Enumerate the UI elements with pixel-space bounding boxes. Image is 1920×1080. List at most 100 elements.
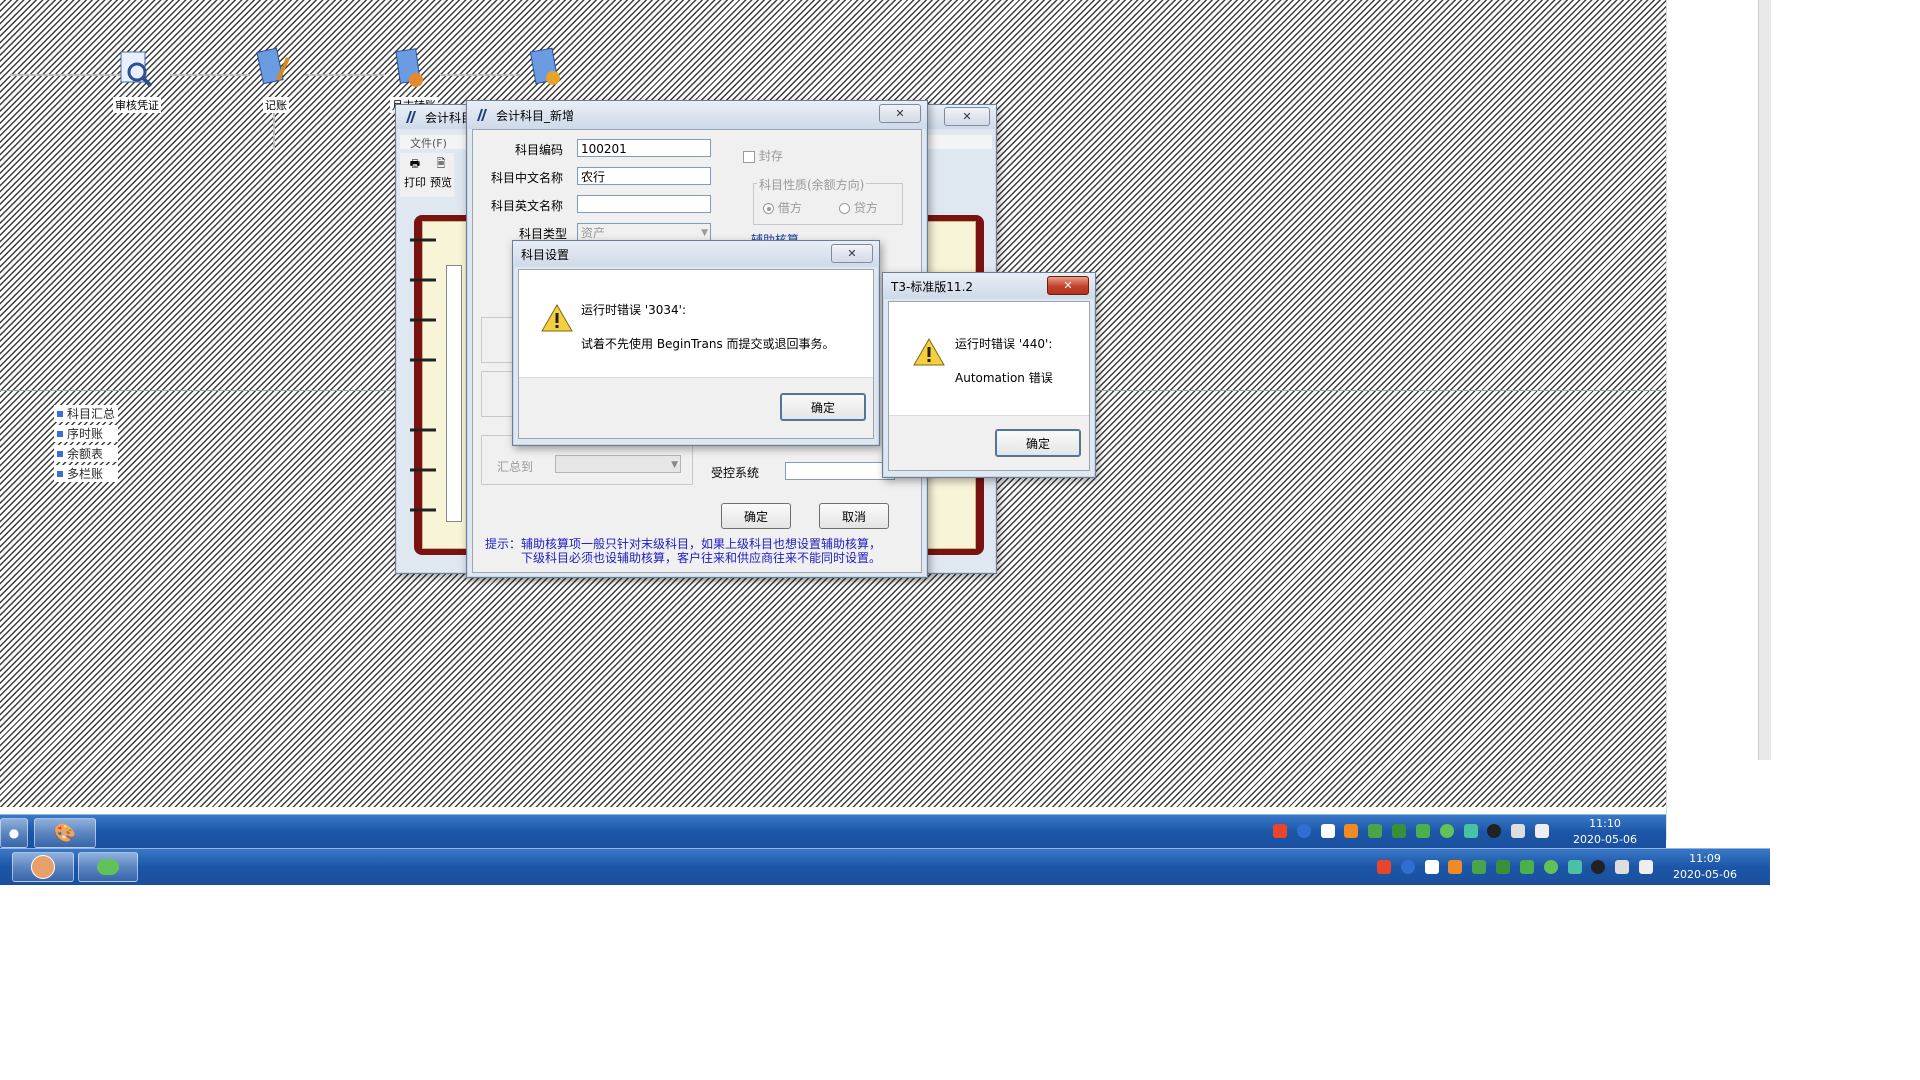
shield-icon[interactable] <box>1392 823 1407 838</box>
taskbar-app-wechat[interactable] <box>78 852 138 882</box>
sogou-icon[interactable] <box>1377 859 1391 874</box>
debit-radio[interactable]: 借方 <box>763 199 802 216</box>
flow-label-post[interactable]: 记账 <box>263 97 289 113</box>
taskbar-app-paint[interactable]: 🎨 <box>34 818 96 848</box>
wechat-icon[interactable] <box>1439 823 1454 838</box>
display-icon[interactable] <box>1535 823 1550 838</box>
summary-select[interactable]: ▼ <box>555 455 681 473</box>
shield-icon[interactable] <box>1496 859 1511 874</box>
taskbar-local: 11:09 2020-05-06 <box>0 848 1770 885</box>
en-name-label: 科目英文名称 <box>491 199 564 213</box>
type-select[interactable]: 资产 ▼ <box>577 223 711 241</box>
chevron-down-icon: ▼ <box>671 460 678 470</box>
credit-radio[interactable]: 贷方 <box>839 199 878 216</box>
volume-muted-icon[interactable] <box>1615 859 1630 874</box>
menu-file[interactable]: 文件(F) <box>410 137 447 150</box>
toolbar: 🖶 打印 🗎 预览 <box>400 153 454 197</box>
dialog-title: T3-标准版11.2 <box>891 279 974 294</box>
right-panel <box>1666 0 1767 840</box>
radio-icon <box>763 203 774 214</box>
ok-button[interactable]: 确定 <box>721 503 791 529</box>
error-dialog-440: T3-标准版11.2 ✕ 运行时错误 '440': Automation 错误 … <box>882 272 1096 478</box>
post-ledger-icon[interactable] <box>252 46 292 92</box>
link-journal[interactable]: 序时账 <box>54 425 119 442</box>
volume-muted-icon[interactable] <box>1511 823 1526 838</box>
en-name-input[interactable] <box>577 195 711 213</box>
dialog-title: 科目设置 <box>521 247 570 262</box>
code-input[interactable]: 100201 <box>577 139 711 157</box>
sogou-icon[interactable] <box>1273 823 1287 838</box>
print-button[interactable]: 🖶 打印 <box>402 155 428 190</box>
ok-button[interactable]: 确定 <box>780 393 866 421</box>
radio-icon <box>839 203 850 214</box>
preview-button[interactable]: 🗎 预览 <box>428 155 454 190</box>
error-code: 运行时错误 '440': <box>955 337 1053 351</box>
link-icon[interactable] <box>1463 823 1478 838</box>
error-dialog-3034: 科目设置 ✕ 运行时错误 '3034': 试着不先使用 BeginTrans 而… <box>512 240 880 446</box>
controlled-select[interactable]: ▼ <box>785 462 895 480</box>
account-tree-column <box>446 265 462 522</box>
link-balance[interactable]: 余额表 <box>54 445 119 462</box>
app-icon[interactable] <box>1344 823 1359 838</box>
close-icon: ✕ <box>847 247 857 260</box>
flow-connector <box>440 74 520 76</box>
warning-icon <box>913 337 945 366</box>
taskbar-app-wechat[interactable]: ● <box>0 818 28 848</box>
link-icon[interactable] <box>1567 859 1582 874</box>
wechat-icon[interactable] <box>1543 859 1558 874</box>
input-icon[interactable] <box>1424 859 1439 874</box>
network-icon[interactable] <box>1415 823 1430 838</box>
closing-icon[interactable] <box>525 46 565 92</box>
code-label: 科目编码 <box>515 143 564 157</box>
link-account-summary[interactable]: 科目汇总 <box>54 405 119 422</box>
qq-icon[interactable] <box>1487 823 1502 838</box>
printer-icon: 🖶 <box>409 157 421 170</box>
close-button[interactable]: ✕ <box>879 104 921 123</box>
cancel-button[interactable]: 取消 <box>819 503 889 529</box>
checkbox-icon <box>743 150 755 163</box>
flow-connector <box>170 74 250 76</box>
network-icon[interactable] <box>1519 859 1534 874</box>
help-icon[interactable] <box>1400 859 1415 874</box>
close-icon: ✕ <box>1063 279 1073 292</box>
lock-icon[interactable] <box>1368 823 1383 838</box>
wechat-icon: ● <box>8 826 20 840</box>
close-button[interactable]: ✕ <box>831 244 873 263</box>
month-end-transfer-icon[interactable] <box>390 46 430 92</box>
bullet-icon <box>57 470 63 477</box>
qq-icon[interactable] <box>1591 859 1606 874</box>
flow-connector <box>305 74 385 76</box>
bullet-icon <box>57 410 63 417</box>
bullet-icon <box>57 430 63 437</box>
lock-icon[interactable] <box>1472 859 1487 874</box>
right-panel-scrollbar[interactable] <box>1758 0 1771 760</box>
cn-name-input[interactable]: 农行 <box>577 167 711 185</box>
flow-connector <box>10 74 130 76</box>
app-icon[interactable] <box>1448 859 1463 874</box>
error-message: Automation 错误 <box>955 371 1053 385</box>
binder-rings <box>410 238 436 512</box>
cn-name-label: 科目中文名称 <box>491 171 564 185</box>
review-voucher-icon[interactable] <box>115 46 155 92</box>
input-icon[interactable] <box>1320 823 1335 838</box>
error-code: 运行时错误 '3034': <box>581 303 686 317</box>
bullet-icon <box>57 450 63 457</box>
ok-button[interactable]: 确定 <box>995 429 1081 457</box>
flow-label-review[interactable]: 审核凭证 <box>113 97 161 113</box>
taskbar-app-avatar[interactable] <box>12 852 74 882</box>
preview-icon: 🗎 <box>436 157 446 170</box>
clock-local[interactable]: 11:09 2020-05-06 <box>1660 851 1750 883</box>
display-icon[interactable] <box>1639 859 1654 874</box>
dialog-title: 会计科目_新增 <box>496 108 575 123</box>
sealed-checkbox[interactable]: 封存 <box>743 147 783 164</box>
close-button[interactable]: ✕ <box>1047 276 1089 295</box>
warning-icon <box>541 303 573 332</box>
tip-text: 提示：辅助核算项一般只针对末级科目，如果上级科目也想设置辅助核算， 下级科目必须… <box>485 537 882 565</box>
clock-remote[interactable]: 11:10 2020-05-06 <box>1565 816 1645 848</box>
help-icon[interactable] <box>1296 823 1311 838</box>
system-tray <box>1374 859 1656 874</box>
nature-legend: 科目性质(余额方向) <box>757 176 867 193</box>
link-multi-column[interactable]: 多栏账 <box>54 465 119 482</box>
close-button[interactable]: ✕ <box>944 107 990 126</box>
close-icon: ✕ <box>895 107 905 120</box>
